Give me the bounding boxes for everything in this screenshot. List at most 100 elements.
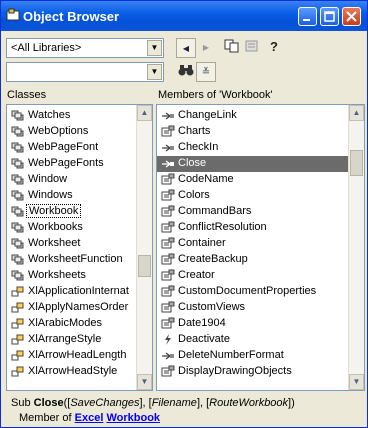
class-item[interactable]: Worksheets [7,268,152,284]
property-icon [161,253,175,266]
member-item-label: CheckIn [178,141,219,153]
property-icon [161,237,175,250]
member-item[interactable]: Date1904 [157,316,364,332]
class-item-label: WorksheetFunction [28,253,123,265]
class-icon [11,237,25,250]
scroll-down-icon[interactable]: ▼ [349,374,364,390]
member-item[interactable]: ChangeLink [157,108,364,124]
class-item[interactable]: Window [7,172,152,188]
member-item[interactable]: Deactivate [157,332,364,348]
back-arrow-icon: ◀ [182,44,190,53]
chevron-down-icon[interactable]: ▼ [147,40,162,56]
close-icon [346,11,357,22]
class-item-label: Watches [28,109,71,121]
class-item-label: XlArrowHeadLength [28,349,127,361]
class-item[interactable]: Worksheet [7,236,152,252]
member-item[interactable]: ConflictResolution [157,220,364,236]
chevron-down-icon[interactable]: ▼ [147,64,162,80]
member-item[interactable]: DisplayDrawingObjects [157,364,364,380]
minimize-button[interactable] [298,7,317,26]
scroll-up-icon[interactable]: ▲ [349,105,364,121]
go-forward-button[interactable]: ▶ [196,38,216,58]
class-item[interactable]: WebOptions [7,124,152,140]
search-button[interactable] [176,62,196,82]
class-item[interactable]: XlArrangeStyle [7,332,152,348]
library-dropdown[interactable]: <All Libraries> ▼ [6,38,164,58]
class-item[interactable]: WebPageFont [7,140,152,156]
member-item-label: Colors [178,189,210,201]
property-icon [161,125,175,138]
search-input[interactable]: ▼ [6,62,164,82]
member-item-label: CommandBars [178,205,252,217]
maximize-button[interactable] [320,7,339,26]
property-icon [161,205,175,218]
class-item[interactable]: Workbook [7,204,152,220]
members-list[interactable]: ChangeLink Charts CheckIn Close CodeName Colo… [156,104,365,391]
go-back-button[interactable]: ◀ [176,38,196,58]
view-definition-icon [245,40,258,52]
event-icon [161,333,175,346]
member-item-label: CustomDocumentProperties [178,285,317,297]
scroll-thumb[interactable] [350,150,363,176]
class-link[interactable]: Workbook [106,412,160,424]
help-button[interactable]: ? [264,38,284,58]
library-dropdown-value: <All Libraries> [11,42,82,54]
member-item-label: Deactivate [178,333,230,345]
class-item[interactable]: XlArrowHeadLength [7,348,152,364]
class-item[interactable]: XlApplyNamesOrder [7,300,152,316]
member-item[interactable]: Colors [157,188,364,204]
member-item-label: Date1904 [178,317,226,329]
class-item[interactable]: Workbooks [7,220,152,236]
member-name: Close [33,397,64,409]
scroll-down-icon[interactable]: ▼ [137,374,152,390]
binoculars-icon [178,65,194,76]
close-window-button[interactable] [342,7,361,26]
members-scrollbar[interactable]: ▲ ▼ [348,105,364,390]
member-item[interactable]: DeleteNumberFormat [157,348,364,364]
copy-icon [224,39,239,53]
class-item[interactable]: Windows [7,188,152,204]
classes-scrollbar[interactable]: ▲ ▼ [136,105,152,390]
class-item[interactable]: WebPageFonts [7,156,152,172]
class-item[interactable]: WorksheetFunction [7,252,152,268]
double-chevron-down-icon: ≚ [201,67,211,78]
class-item[interactable]: XlApplicationInternat [7,284,152,300]
member-item-label: Close [178,157,207,169]
member-item[interactable]: CommandBars [157,204,364,220]
class-item-label: Workbooks [28,221,83,233]
property-icon [161,173,175,186]
scroll-thumb[interactable] [138,255,151,277]
scroll-up-icon[interactable]: ▲ [137,105,152,121]
maximize-icon [324,11,335,22]
member-item[interactable]: Container [157,236,364,252]
view-definition-button[interactable] [242,38,262,58]
member-item[interactable]: CustomViews [157,300,364,316]
member-item-label: DeleteNumberFormat [178,349,284,361]
member-signature: Sub Close([SaveChanges], [Filename], [Ro… [11,397,295,409]
window-title: Object Browser [23,9,120,24]
member-item[interactable]: Charts [157,124,364,140]
classes-list[interactable]: Watches WebOptions WebPageFont WebPageFonts… [6,104,153,391]
class-icon [11,173,25,186]
members-header: Members of 'Workbook' [158,89,273,101]
member-item[interactable]: Close [157,156,364,172]
enum-icon [11,317,25,330]
class-item[interactable]: Watches [7,108,152,124]
title-bar[interactable]: Object Browser [1,1,367,31]
minimize-icon [303,19,310,21]
library-link[interactable]: Excel [75,412,104,424]
toggle-search-results-button[interactable]: ≚ [196,62,216,82]
class-icon [11,157,25,170]
class-item[interactable]: XlArrowHeadStyle [7,364,152,380]
member-item[interactable]: CustomDocumentProperties [157,284,364,300]
member-item[interactable]: CheckIn [157,140,364,156]
copy-button[interactable] [222,38,242,58]
class-icon [11,109,25,122]
member-item[interactable]: Creator [157,268,364,284]
member-item[interactable]: CodeName [157,172,364,188]
member-item[interactable]: CreateBackup [157,252,364,268]
class-item[interactable]: XlArabicModes [7,316,152,332]
class-item-label: XlApplicationInternat [28,285,129,297]
enum-icon [11,333,25,346]
class-item-label: XlArrowHeadStyle [28,365,118,377]
